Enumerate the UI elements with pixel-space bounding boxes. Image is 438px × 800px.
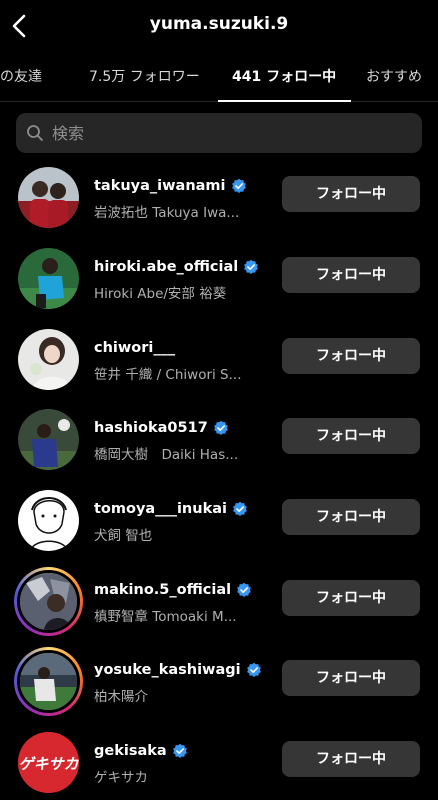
search-input[interactable] bbox=[52, 113, 402, 153]
full-name: 笹井 千織 / Chiwori S... bbox=[94, 367, 242, 383]
full-name: 柏木陽介 bbox=[94, 689, 148, 705]
verified-badge-icon bbox=[233, 501, 247, 516]
list-item[interactable]: hiroki.abe_official Hiroki Abe/安部 裕葵 フォロ… bbox=[0, 243, 438, 323]
list-item[interactable]: chiwori___ 笹井 千織 / Chiwori S... フォロー中 bbox=[0, 324, 438, 404]
following-button[interactable]: フォロー中 bbox=[282, 418, 420, 454]
full-name: 槙野智章 Tomoaki M... bbox=[94, 609, 237, 625]
following-button[interactable]: フォロー中 bbox=[282, 580, 420, 616]
verified-badge-icon bbox=[246, 662, 261, 677]
verified-badge-icon bbox=[213, 420, 228, 435]
following-button[interactable]: フォロー中 bbox=[282, 338, 420, 374]
username[interactable]: gekisaka bbox=[94, 743, 188, 759]
full-name: 犬飼 智也 bbox=[94, 528, 153, 544]
tab-suggested[interactable]: おすすめ bbox=[366, 66, 422, 86]
svg-text:ゲキサカ: ゲキサカ bbox=[18, 755, 79, 773]
avatar[interactable] bbox=[18, 329, 79, 390]
verified-badge-icon bbox=[231, 178, 246, 193]
verified-badge-icon bbox=[172, 743, 187, 758]
username[interactable]: takuya_iwanami bbox=[94, 178, 247, 194]
list-item[interactable]: ゲキサカ gekisaka ゲキサカ フォロー中 bbox=[0, 727, 438, 800]
tab-mutual-friends[interactable]: 通の友達 bbox=[0, 66, 42, 86]
tab-followers[interactable]: 7.5万 フォロワー bbox=[89, 66, 200, 86]
username[interactable]: hiroki.abe_official bbox=[94, 259, 259, 275]
following-button[interactable]: フォロー中 bbox=[282, 176, 420, 212]
avatar-gekisaka-logo[interactable]: ゲキサカ bbox=[18, 732, 79, 793]
verified-badge-icon bbox=[244, 259, 259, 274]
page-title: yuma.suzuki.9 bbox=[149, 14, 289, 34]
full-name: Hiroki Abe/安部 裕葵 bbox=[94, 286, 227, 302]
list-item[interactable]: hashioka0517 橋岡大樹 Daiki Has... フォロー中 bbox=[0, 404, 438, 484]
search-bar[interactable] bbox=[16, 113, 422, 153]
gekisaka-logo: ゲキサカ bbox=[18, 732, 79, 793]
username[interactable]: chiwori___ bbox=[94, 340, 175, 356]
list-item[interactable]: yosuke_kashiwagi 柏木陽介 フォロー中 bbox=[0, 646, 438, 726]
avatar-story-ring[interactable] bbox=[14, 647, 83, 716]
full-name: ゲキサカ bbox=[94, 770, 148, 786]
avatar-story-ring[interactable] bbox=[14, 567, 83, 636]
header: yuma.suzuki.9 bbox=[0, 0, 438, 54]
username[interactable]: yosuke_kashiwagi bbox=[94, 662, 262, 678]
following-button[interactable]: フォロー中 bbox=[282, 741, 420, 777]
avatar[interactable] bbox=[18, 248, 79, 309]
username[interactable]: makino.5_official bbox=[94, 582, 252, 598]
tab-following[interactable]: 441 フォロー中 bbox=[232, 66, 336, 86]
avatar[interactable] bbox=[18, 409, 79, 470]
following-button[interactable]: フォロー中 bbox=[282, 660, 420, 696]
full-name: 橋岡大樹 Daiki Has... bbox=[94, 447, 239, 463]
following-button[interactable]: フォロー中 bbox=[282, 257, 420, 293]
list-item[interactable]: tomoya___inukai 犬飼 智也 フォロー中 bbox=[0, 485, 438, 565]
username[interactable]: tomoya___inukai bbox=[94, 501, 248, 517]
search-icon bbox=[27, 125, 43, 141]
full-name: 岩波拓也 Takuya Iwa... bbox=[94, 205, 240, 221]
verified-badge-icon bbox=[237, 582, 251, 597]
list-item[interactable]: takuya_iwanami 岩波拓也 Takuya Iwa... フォロー中 bbox=[0, 162, 438, 242]
username[interactable]: hashioka0517 bbox=[94, 420, 229, 436]
following-button[interactable]: フォロー中 bbox=[282, 499, 420, 535]
tab-bar: 通の友達 7.5万 フォロワー 441 フォロー中 おすすめ bbox=[0, 58, 438, 102]
active-tab-indicator bbox=[218, 100, 351, 102]
list-item[interactable]: makino.5_official 槙野智章 Tomoaki M... フォロー… bbox=[0, 566, 438, 646]
avatar[interactable] bbox=[18, 490, 79, 551]
avatar[interactable] bbox=[18, 167, 79, 228]
